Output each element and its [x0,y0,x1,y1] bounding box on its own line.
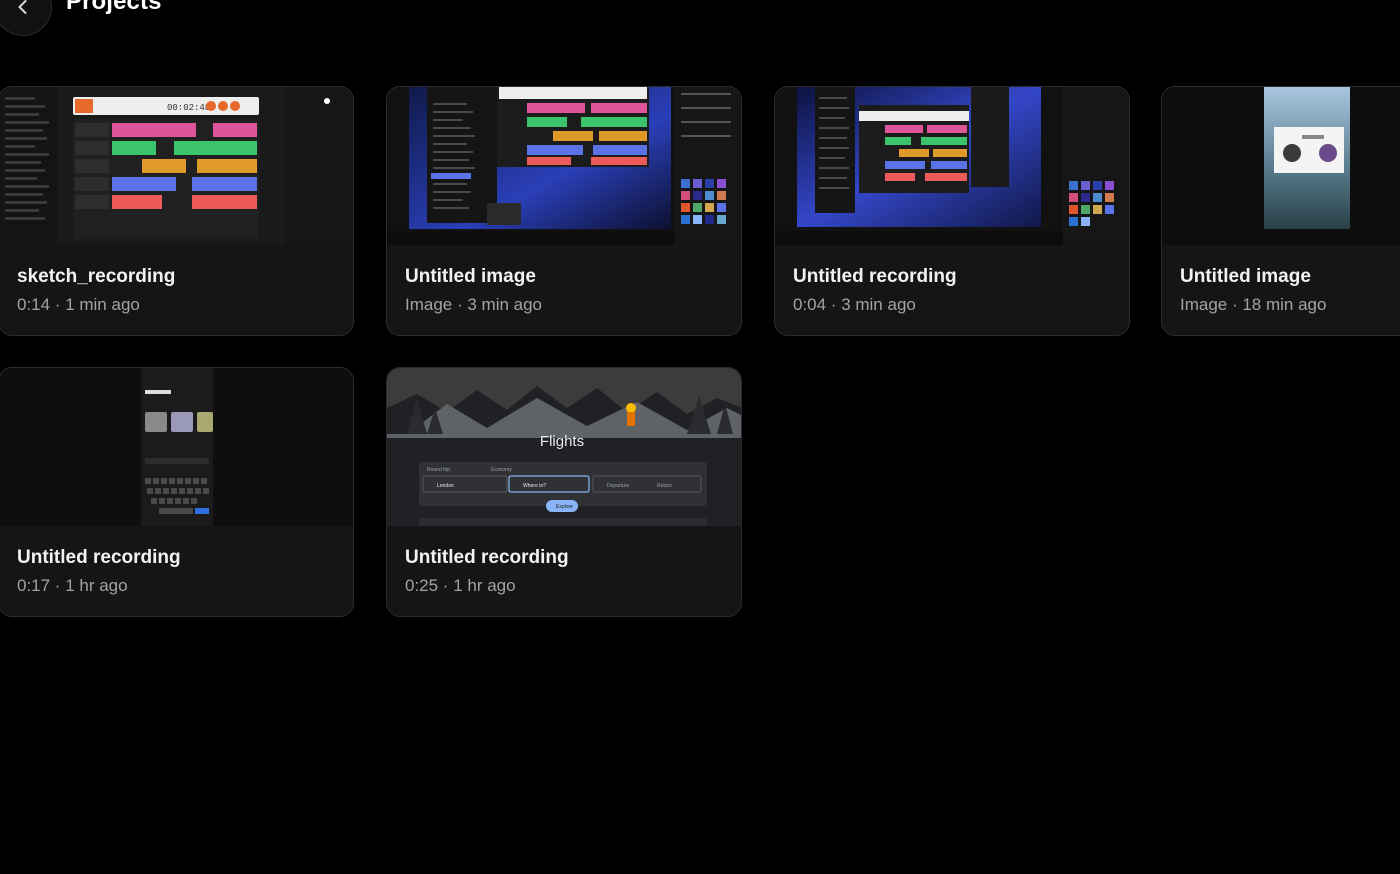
page-title: Projects [66,0,162,15]
project-meta: Image · 18 min ago [1180,295,1327,314]
projects-page: Projects 00:02:48 sketch_recording 0:14 … [0,0,1400,874]
project-meta: 0:17 · 1 hr ago [17,576,128,595]
project-thumbnail [0,368,353,526]
project-card[interactable]: 00:02:48 sketch_recording 0:14 · 1 min a… [0,86,354,336]
project-card[interactable]: Untitled image Image · 18 min ago [1161,86,1400,336]
project-card[interactable]: Untitled recording 0:04 · 3 min ago [774,86,1130,336]
project-thumbnail [775,87,1129,245]
svg-text:Where to?: Where to? [523,483,546,489]
svg-text:Departure: Departure [607,483,629,489]
project-meta: 0:25 · 1 hr ago [405,576,516,595]
project-meta: 0:14 · 1 min ago [17,295,140,314]
svg-text:00:02:48: 00:02:48 [167,103,210,113]
project-thumbnail: 00:02:48 [0,87,353,245]
svg-text:London: London [437,483,454,489]
project-card[interactable]: Untitled recording 0:17 · 1 hr ago [0,367,354,617]
svg-text:Economy: Economy [491,467,512,473]
project-title: Untitled image [405,266,536,287]
project-thumbnail: Flights Round trip Economy London Where … [387,368,741,526]
project-title: Untitled recording [17,547,181,568]
project-meta: 0:04 · 3 min ago [793,295,916,314]
back-button[interactable] [0,0,52,36]
svg-text:Return: Return [657,483,672,489]
project-card[interactable]: Untitled image Image · 3 min ago [386,86,742,336]
project-title: Untitled image [1180,266,1311,287]
project-title: sketch_recording [17,266,176,287]
project-thumbnail [1162,87,1400,245]
project-card[interactable]: Flights Round trip Economy London Where … [386,367,742,617]
project-title: Untitled recording [793,266,957,287]
svg-text:Explore: Explore [556,504,573,510]
project-meta: Image · 3 min ago [405,295,543,314]
chevron-left-icon [18,0,27,14]
svg-text:Round trip: Round trip [427,467,450,473]
svg-text:Flights: Flights [540,433,584,450]
project-title: Untitled recording [405,547,569,568]
project-thumbnail [387,87,741,245]
